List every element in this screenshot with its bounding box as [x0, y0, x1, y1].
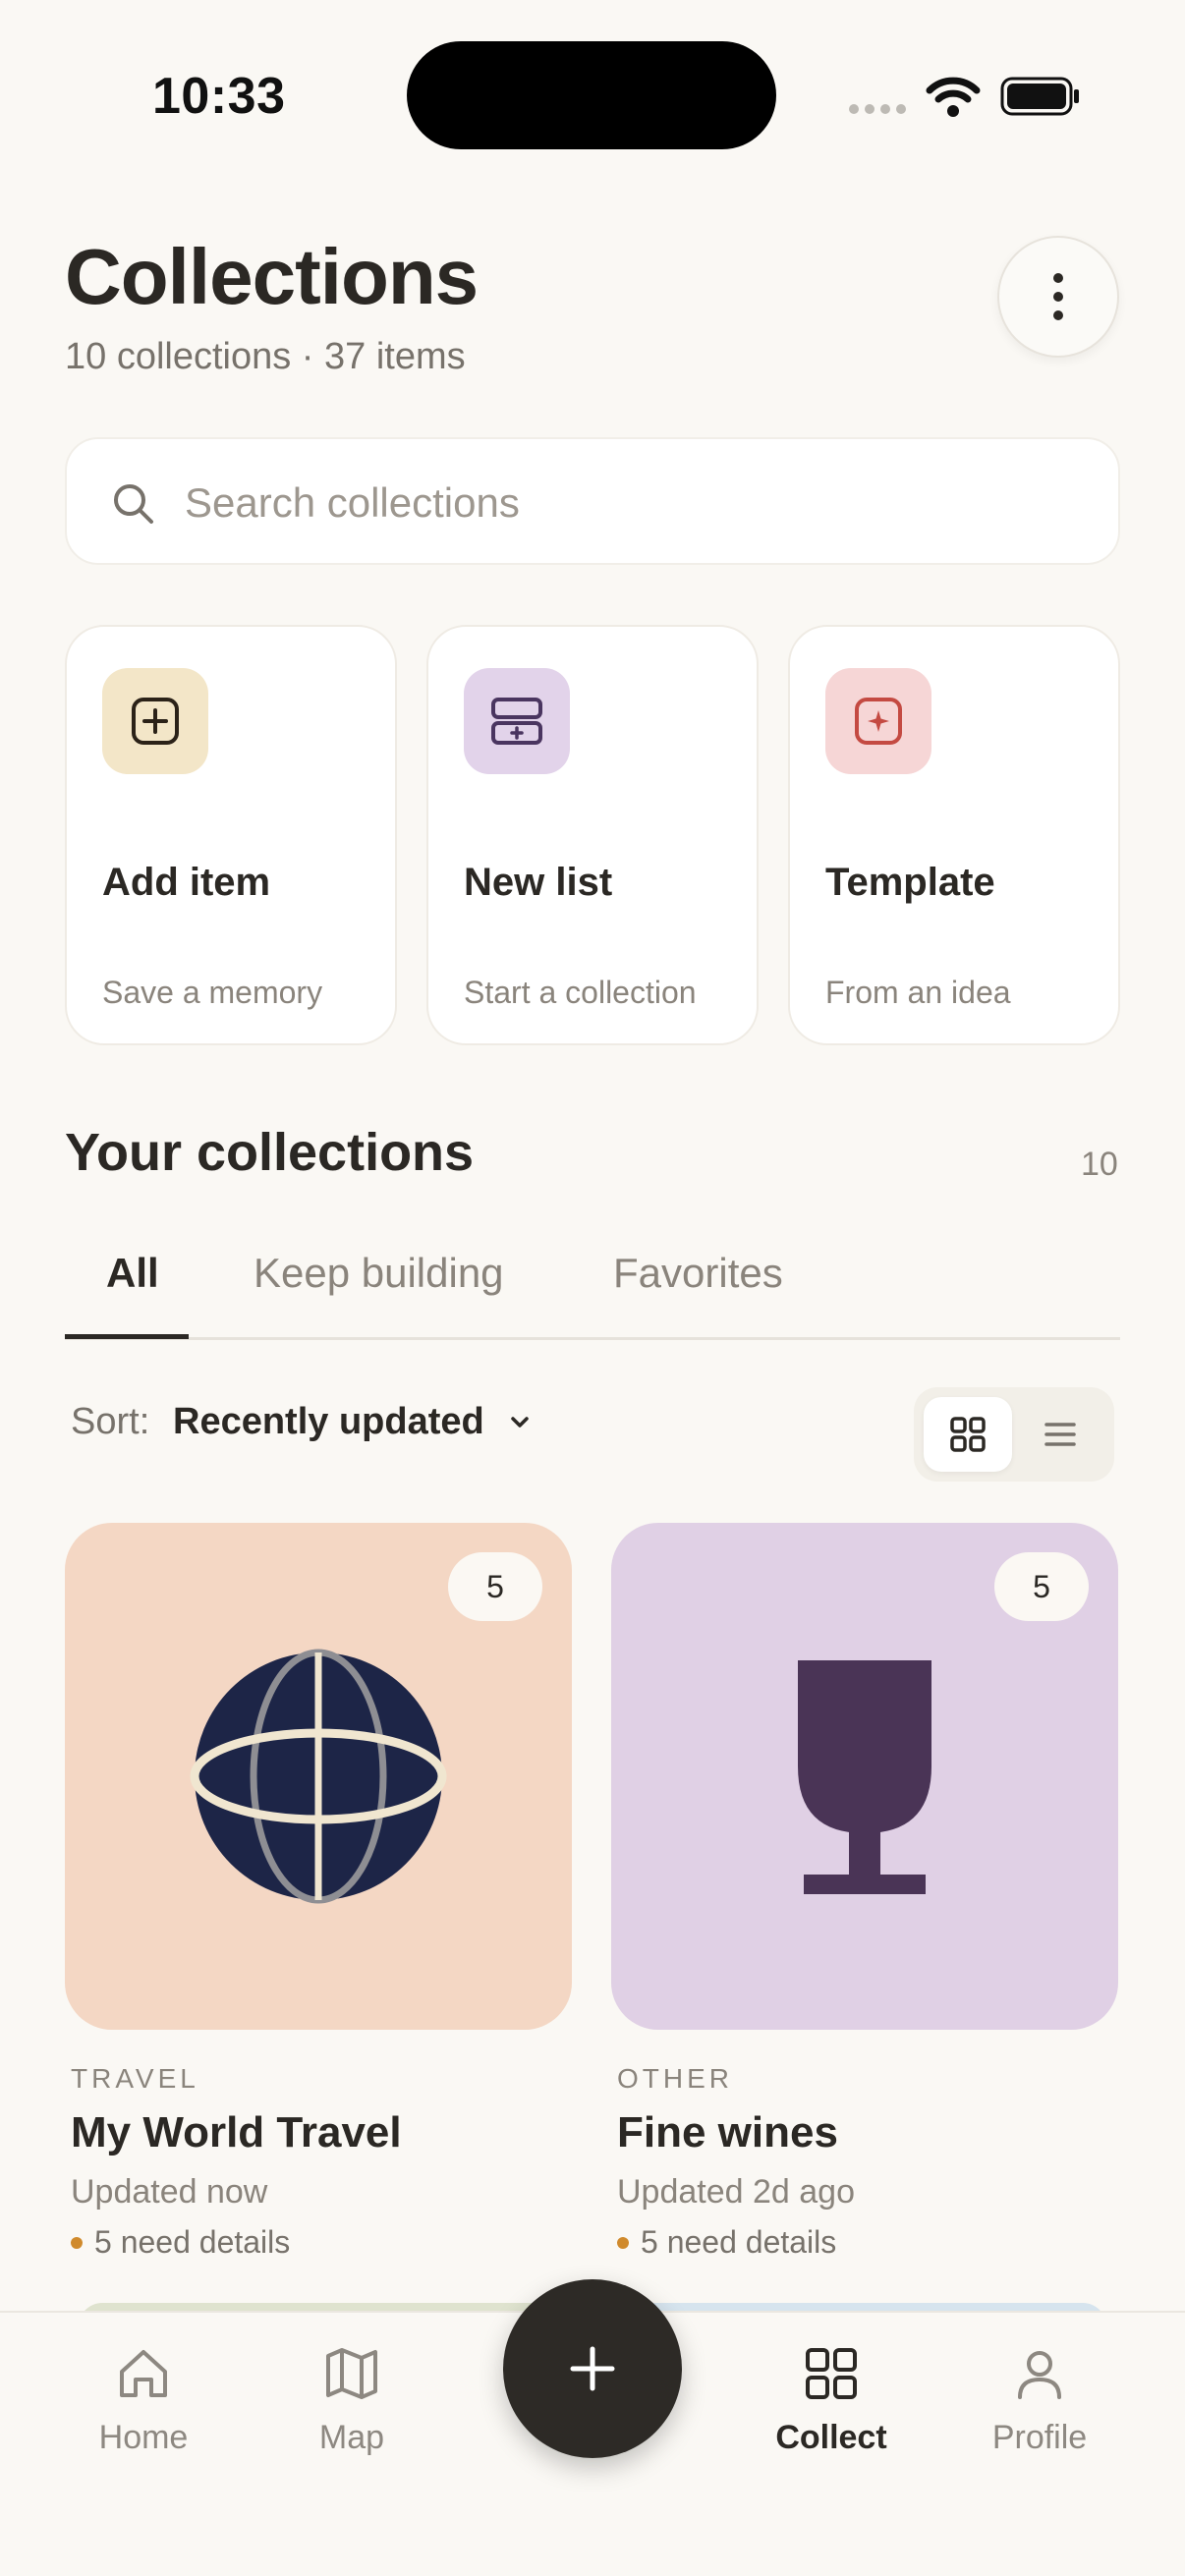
new-list-title: New list: [464, 861, 613, 904]
nav-collect-label: Collect: [775, 2419, 887, 2456]
add-item-card[interactable]: Add item Save a memory: [65, 625, 397, 1045]
nav-home[interactable]: Home: [65, 2342, 222, 2457]
page-subtitle: 10 collections · 37 items: [65, 336, 466, 377]
collection-title: Fine wines: [617, 2108, 838, 2156]
sparkle-icon: [825, 668, 931, 774]
needs-details-text: 5 need details: [641, 2224, 837, 2260]
nav-profile[interactable]: Profile: [961, 2342, 1118, 2457]
new-list-subtitle: Start a collection: [464, 975, 697, 1010]
search-input[interactable]: [185, 469, 1069, 537]
plus-square-icon: [102, 668, 208, 774]
nav-map[interactable]: Map: [273, 2342, 430, 2457]
collection-title: My World Travel: [71, 2108, 402, 2156]
home-icon: [120, 2350, 167, 2397]
sort-dropdown[interactable]: Recently updated: [173, 1401, 484, 1443]
search-icon: [114, 484, 153, 524]
item-count-badge: 5: [994, 1552, 1089, 1621]
template-card[interactable]: Template From an idea: [788, 625, 1120, 1045]
section-title: Your collections: [65, 1123, 475, 1182]
status-time: 10:33: [152, 68, 286, 125]
collection-card-fine-wines[interactable]: 5 OTHER Fine wines Updated 2d ago 5 need…: [611, 1523, 1118, 2260]
collection-updated: Updated now: [71, 2173, 268, 2211]
active-tab-indicator: [65, 1334, 189, 1339]
nav-profile-label: Profile: [991, 2419, 1088, 2456]
wifi-icon: [926, 77, 981, 117]
needs-details-status: 5 need details: [617, 2224, 836, 2261]
collection-thumbnail[interactable]: 5: [65, 1523, 572, 2030]
map-icon: [326, 2348, 377, 2399]
grid-icon: [806, 2348, 857, 2399]
add-fab-button[interactable]: [503, 2279, 682, 2458]
list-view-button[interactable]: [1016, 1397, 1104, 1472]
chevron-down-icon[interactable]: [507, 1413, 533, 1432]
collection-category: OTHER: [617, 2063, 733, 2094]
collection-category: TRAVEL: [71, 2063, 199, 2094]
template-title: Template: [825, 861, 995, 904]
add-item-subtitle: Save a memory: [102, 975, 323, 1010]
sort-label: Sort:: [71, 1401, 150, 1442]
needs-details-status: 5 need details: [71, 2224, 290, 2261]
tab-all[interactable]: All: [106, 1250, 159, 1297]
item-count-badge: 5: [448, 1552, 542, 1621]
plus-icon: [570, 2346, 615, 2391]
search-bar[interactable]: [65, 437, 1120, 565]
grid-view-icon: [950, 1417, 986, 1452]
collection-updated: Updated 2d ago: [617, 2173, 855, 2211]
list-view-icon: [1044, 1423, 1076, 1446]
dynamic-island: [407, 41, 776, 149]
add-item-title: Add item: [102, 861, 271, 904]
tab-keep-building[interactable]: Keep building: [254, 1250, 504, 1297]
more-vertical-icon: [1053, 273, 1063, 283]
template-subtitle: From an idea: [825, 975, 1011, 1010]
nav-collect[interactable]: Collect: [753, 2342, 910, 2457]
collections-count: 10: [1081, 1146, 1118, 1183]
tab-favorites[interactable]: Favorites: [613, 1250, 783, 1297]
nav-map-label: Map: [318, 2419, 385, 2456]
profile-icon: [1018, 2351, 1061, 2399]
status-dot-icon: [71, 2236, 83, 2249]
collection-card-my-world-travel[interactable]: 5 TRAVEL My World Travel Updated now 5 n…: [65, 1523, 572, 2260]
collection-tabs: All Keep building Favorites: [65, 1218, 1120, 1340]
grid-view-button[interactable]: [924, 1397, 1012, 1472]
more-options-button[interactable]: [997, 236, 1119, 358]
stacked-list-icon: [464, 668, 570, 774]
needs-details-text: 5 need details: [94, 2224, 291, 2260]
signal-icon: [849, 104, 906, 114]
battery-icon: [1000, 77, 1079, 116]
view-toggle: [914, 1387, 1114, 1482]
page-title: Collections: [65, 233, 479, 320]
new-list-card[interactable]: New list Start a collection: [426, 625, 759, 1045]
collection-thumbnail[interactable]: 5: [611, 1523, 1118, 2030]
status-dot-icon: [617, 2236, 629, 2249]
nav-home-label: Home: [98, 2419, 189, 2456]
